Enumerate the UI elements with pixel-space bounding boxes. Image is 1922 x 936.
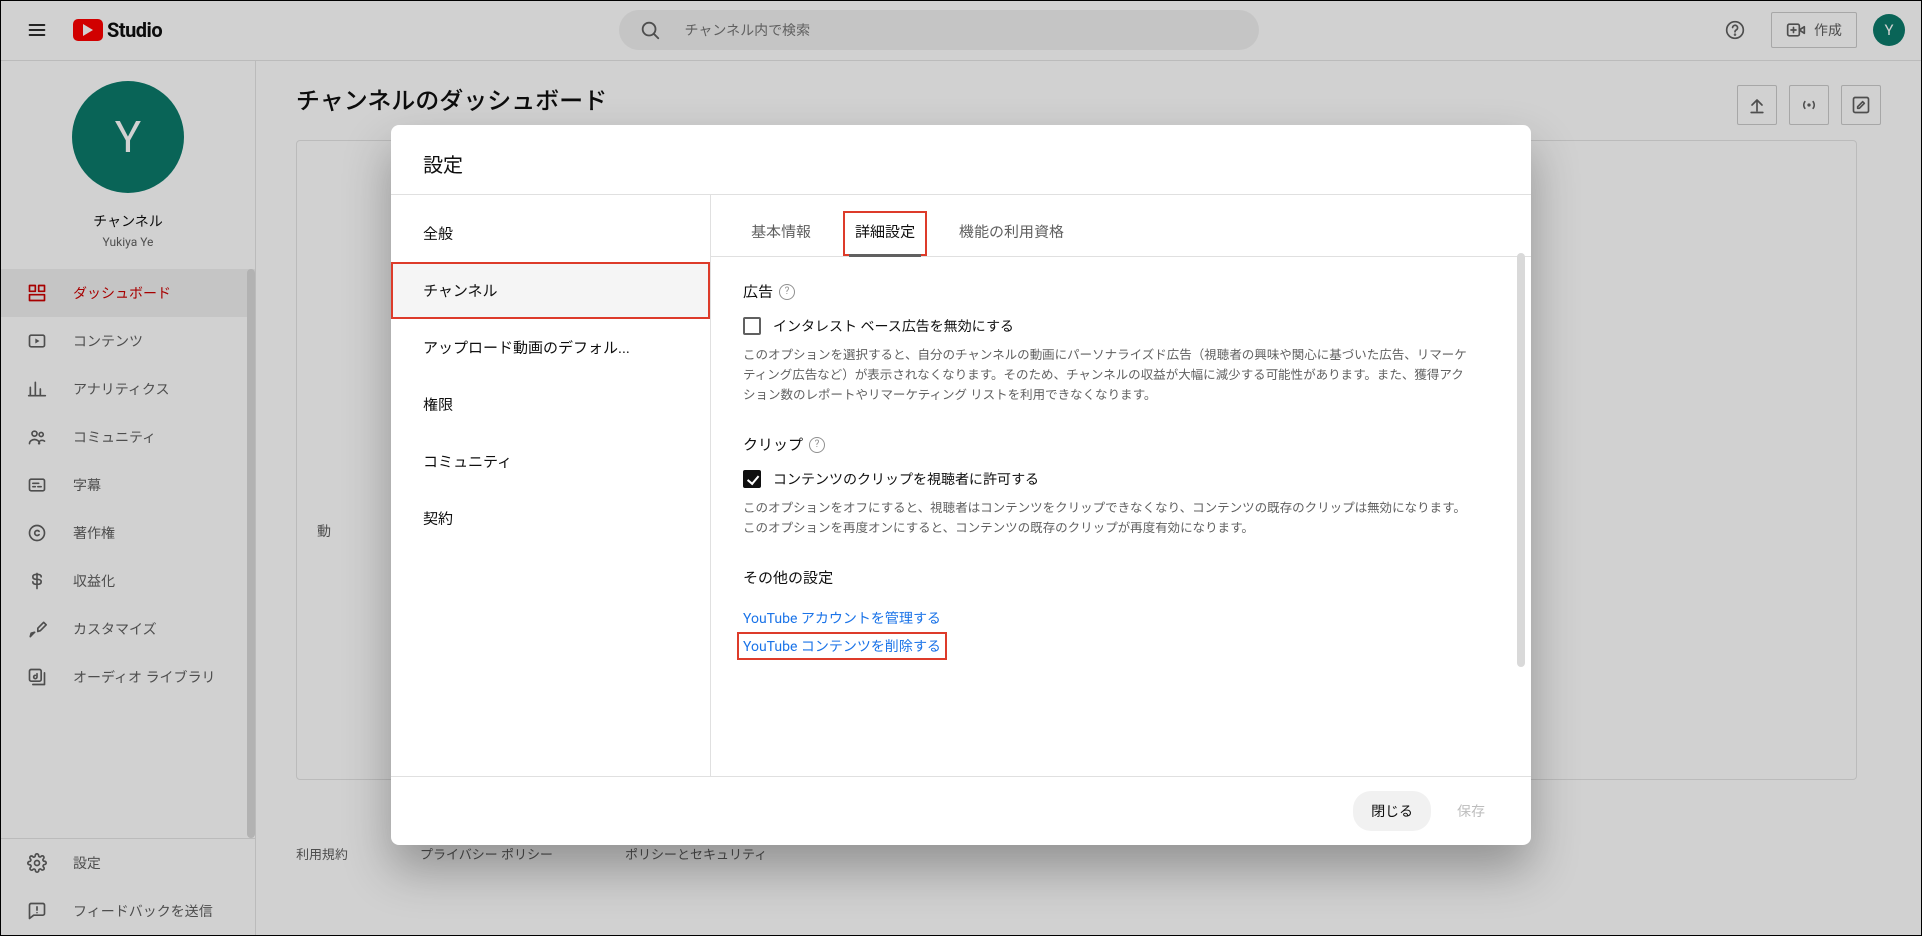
ads-description: このオプションを選択すると、自分のチャンネルの動画にパーソナライズド広告（視聴者… — [743, 346, 1473, 406]
manage-youtube-account-link[interactable]: YouTube アカウントを管理する — [743, 608, 941, 628]
ads-section-title: 広告 — [743, 281, 773, 302]
settings-tab-agreements[interactable]: 契約 — [391, 490, 710, 547]
tab-feature-eligibility[interactable]: 機能の利用資格 — [947, 211, 1076, 256]
settings-tab-community[interactable]: コミュニティ — [391, 433, 710, 490]
dialog-sidebar: 全般 チャンネル アップロード動画のデフォル... 権限 コミュニティ 契約 — [391, 195, 711, 776]
dialog-title: 設定 — [391, 125, 1531, 194]
clips-section-title: クリップ — [743, 434, 803, 455]
checkbox-label: インタレスト ベース広告を無効にする — [773, 316, 1014, 336]
checkbox-icon — [743, 470, 761, 488]
save-button[interactable]: 保存 — [1439, 791, 1503, 831]
settings-tab-channel[interactable]: チャンネル — [391, 262, 710, 319]
other-settings-title: その他の設定 — [743, 567, 833, 588]
clips-description: このオプションをオフにすると、視聴者はコンテンツをクリップできなくなり、コンテン… — [743, 499, 1473, 539]
tab-advanced-settings[interactable]: 詳細設定 — [843, 211, 927, 256]
dialog-scrollbar[interactable] — [1517, 253, 1525, 770]
disable-interest-ads-checkbox[interactable]: インタレスト ベース広告を無効にする — [743, 316, 1499, 336]
allow-clips-checkbox[interactable]: コンテンツのクリップを視聴者に許可する — [743, 469, 1499, 489]
settings-dialog: 設定 全般 チャンネル アップロード動画のデフォル... 権限 コミュニティ 契… — [391, 125, 1531, 845]
help-icon[interactable]: ? — [809, 437, 825, 453]
close-button[interactable]: 閉じる — [1353, 791, 1431, 831]
settings-tab-upload-defaults[interactable]: アップロード動画のデフォル... — [391, 319, 710, 376]
checkbox-icon — [743, 317, 761, 335]
settings-tab-permissions[interactable]: 権限 — [391, 376, 710, 433]
help-icon[interactable]: ? — [779, 284, 795, 300]
settings-tab-general[interactable]: 全般 — [391, 205, 710, 262]
checkbox-label: コンテンツのクリップを視聴者に許可する — [773, 469, 1039, 489]
dialog-tabs: 基本情報 詳細設定 機能の利用資格 — [711, 195, 1531, 257]
tab-basic-info[interactable]: 基本情報 — [739, 211, 823, 256]
delete-youtube-content-link[interactable]: YouTube コンテンツを削除する — [739, 634, 945, 658]
